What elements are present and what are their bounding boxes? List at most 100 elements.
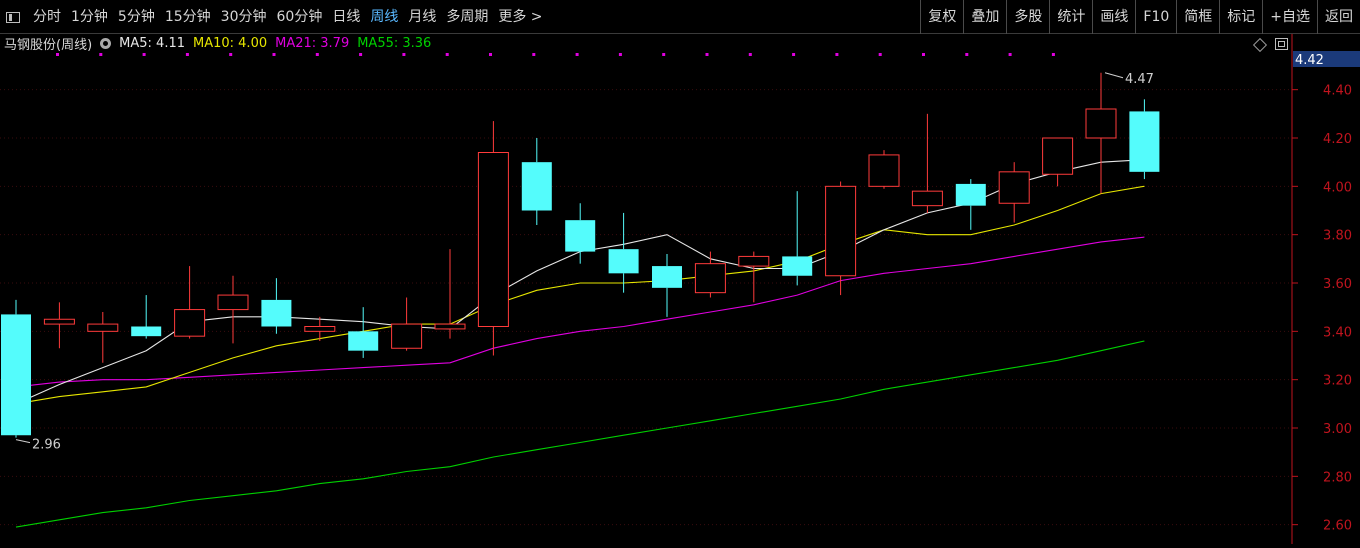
statistics-button[interactable]: 统计 [1049, 0, 1092, 34]
toolbar-actions: 复权 叠加 多股 统计 画线 F10 简框 标记 +自选 返回 [920, 0, 1360, 34]
tab-5min[interactable]: 5分钟 [113, 0, 160, 34]
candle-body-down [565, 220, 596, 252]
candle-body-up [43, 318, 75, 325]
add-watchlist-button[interactable]: +自选 [1262, 0, 1317, 34]
tab-1min[interactable]: 1分钟 [66, 0, 113, 34]
tab-60min[interactable]: 60分钟 [272, 0, 328, 34]
window-icon[interactable] [1275, 38, 1288, 50]
marker-dot [489, 53, 492, 56]
marker-dot [878, 53, 882, 56]
axis-tick-label: 4.20 [1323, 132, 1352, 147]
candle-body-up [1085, 108, 1117, 139]
candle-body-up [694, 263, 726, 294]
candle-body-down [955, 183, 986, 206]
marker-dot [229, 53, 233, 56]
marker-dot [56, 53, 59, 56]
marker-dot [922, 53, 925, 56]
axis-tick-label: 3.00 [1323, 422, 1352, 437]
multi-stock-button[interactable]: 多股 [1006, 0, 1049, 34]
marker-dot [315, 53, 319, 56]
marker-dot [618, 53, 622, 56]
marker-dot [99, 53, 103, 56]
candle-body-up [174, 309, 206, 337]
high-pointer-icon [1104, 72, 1124, 79]
candle-body-down [652, 266, 682, 288]
marker-dot [185, 53, 189, 56]
candle-body-up [825, 185, 857, 277]
current-price-label: 4.42 [1295, 53, 1324, 68]
ma21-legend: MA21: 3.79 [275, 35, 350, 51]
candle-body-down [348, 331, 379, 351]
high-price-label: 4.47 [1125, 72, 1154, 87]
f10-button[interactable]: F10 [1135, 0, 1176, 34]
ma55-line [15, 340, 1145, 528]
ma10-legend: MA10: 4.00 [193, 35, 268, 51]
candle-body-up [217, 294, 249, 311]
candle-body-up [87, 323, 119, 332]
candle-body-down [1, 314, 31, 436]
axis-tick-label: 3.60 [1323, 277, 1352, 292]
candle-body-up [868, 154, 900, 187]
marker-dot [1051, 53, 1055, 56]
axis-tick-label: 2.80 [1323, 470, 1352, 485]
candle-body-down [131, 326, 162, 337]
adjust-button[interactable]: 复权 [920, 0, 963, 34]
tab-monthly[interactable]: 月线 [403, 0, 441, 34]
axis-tick-label: 3.80 [1323, 229, 1352, 244]
axis-tick-label: 2.60 [1323, 519, 1352, 534]
period-toolbar: 分时 1分钟 5分钟 15分钟 30分钟 60分钟 日线 周线 月线 多周期 更… [0, 0, 1360, 34]
axis-tick-label: 4.40 [1323, 84, 1352, 99]
tab-weekly[interactable]: 周线 [365, 0, 403, 34]
marker-dot [965, 53, 969, 56]
ma-legend: 马钢股份(周线) MA5: 4.11 MA10: 4.00 MA21: 3.79… [0, 34, 439, 53]
draw-line-button[interactable]: 画线 [1092, 0, 1135, 34]
period-tabs: 分时 1分钟 5分钟 15分钟 30分钟 60分钟 日线 周线 月线 多周期 更… [0, 0, 548, 34]
candle-body-up [1042, 137, 1074, 175]
marker-dot [792, 53, 796, 56]
tab-more[interactable]: 更多 > [493, 0, 547, 34]
marker-dot [142, 53, 146, 56]
low-price-label: 2.96 [32, 438, 61, 453]
tab-30min[interactable]: 30分钟 [216, 0, 272, 34]
candle-body-up [998, 171, 1030, 204]
tab-15min[interactable]: 15分钟 [160, 0, 216, 34]
kline-chart[interactable]: 4.40 4.20 4.00 3.80 3.60 3.40 3.20 3.00 2.80 2.60… [0, 34, 1360, 544]
tab-multi-period[interactable]: 多周期 [441, 0, 493, 34]
candle-body-up [738, 255, 770, 267]
marker-dot [748, 53, 752, 56]
kline-chart-area[interactable]: 4.40 4.20 4.00 3.80 3.60 3.40 3.20 3.00 2.80 2.60… [0, 34, 1360, 544]
axis-tick-label: 3.40 [1323, 325, 1352, 340]
marker-dot [272, 53, 276, 56]
stock-title: 马钢股份(周线) [4, 37, 93, 53]
marker-dot [532, 53, 536, 56]
candle-body-down [1129, 111, 1160, 172]
settings-icon[interactable] [100, 37, 112, 49]
marker-dot [359, 53, 363, 56]
ma5-legend: MA5: 4.11 [119, 35, 185, 51]
candle-body-up [391, 323, 423, 349]
candle-body-down [608, 249, 639, 274]
marker-dot [402, 53, 406, 56]
mark-button[interactable]: 标记 [1219, 0, 1262, 34]
tab-intraday[interactable]: 分时 [28, 0, 66, 34]
candle-body-down [261, 299, 292, 327]
candle-body-up [477, 152, 509, 327]
overlay-button[interactable]: 叠加 [963, 0, 1006, 34]
marker-dot [662, 53, 666, 56]
ma55-legend: MA55: 3.36 [357, 35, 432, 51]
back-button[interactable]: 返回 [1317, 0, 1360, 34]
panel-toggle-icon[interactable] [6, 11, 20, 23]
simple-frame-button[interactable]: 简框 [1176, 0, 1219, 34]
candle-body-up [434, 323, 466, 330]
axis-tick-label: 4.00 [1323, 180, 1352, 195]
low-pointer-icon [15, 439, 31, 444]
candle-body-down [782, 256, 813, 276]
marker-dot [835, 53, 839, 56]
candle-body-up [304, 326, 336, 332]
axis-tick-label: 3.20 [1323, 374, 1352, 389]
candle-body-down [521, 162, 552, 211]
marker-dot [575, 53, 579, 56]
marker-dot [445, 53, 449, 56]
tab-daily[interactable]: 日线 [327, 0, 365, 34]
candle-body-up [911, 190, 943, 207]
